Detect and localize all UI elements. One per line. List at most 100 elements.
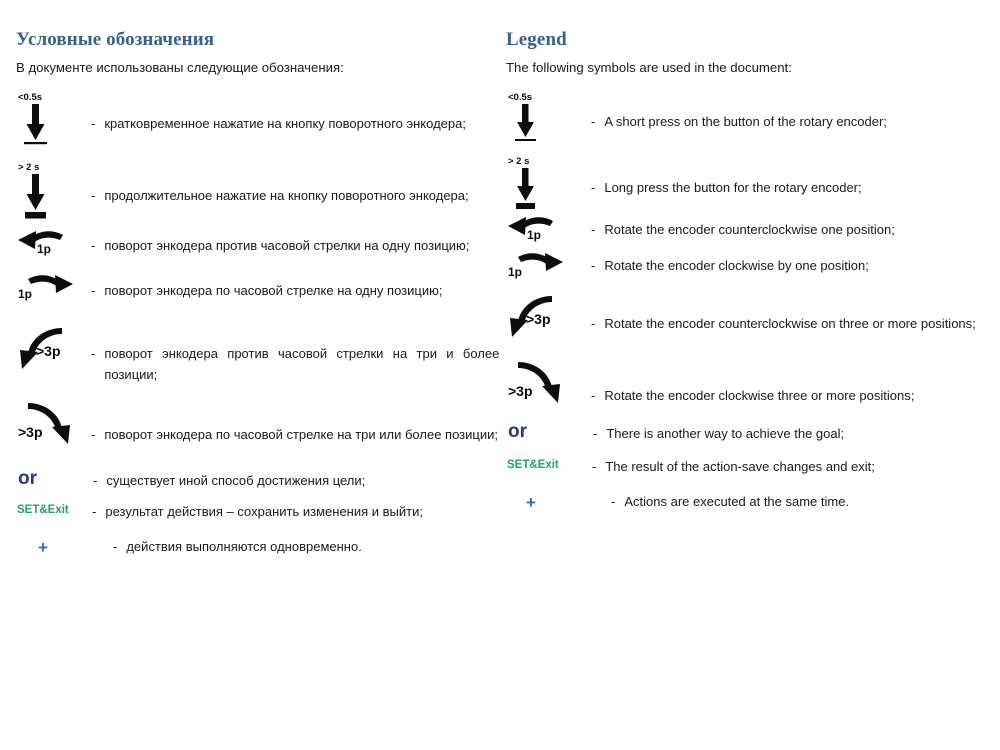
- legend-row: 1p - поворот энкодера по часовой стрелке…: [16, 272, 492, 306]
- legend-row: <0.5s - кратковременное нажатие на кнопк…: [16, 90, 492, 152]
- legend-description-cell: - продолжительное нажатие на кнопку пово…: [91, 160, 499, 206]
- rotate-position-label: >3p: [526, 311, 551, 327]
- legend-description-cell: - поворот энкодера против часовой стрелк…: [91, 322, 499, 384]
- legend-description-cell: - Rotate the encoder clockwise by one po…: [591, 250, 994, 276]
- rotate-position-label: >3p: [36, 343, 61, 359]
- rotate-position-label: 1p: [527, 228, 541, 242]
- legend-description: Rotate the encoder clockwise by one posi…: [604, 258, 869, 274]
- legend-description: Rotate the encoder clockwise three or mo…: [604, 388, 915, 404]
- legend-description: поворот энкодера против часовой стрелки …: [104, 238, 470, 254]
- set-exit-symbol-label: SET&Exit: [17, 503, 69, 516]
- rotate-cw-one-icon: 1p: [506, 250, 591, 282]
- legend-description: Long press the button for the rotary enc…: [604, 180, 862, 196]
- list-dash: -: [591, 222, 596, 238]
- legend-description-cell: - The result of the action-save changes …: [592, 457, 995, 477]
- legend-row: SET&Exit - результат действия – сохранит…: [16, 502, 492, 522]
- legend-row: 1p - Rotate the encoder clockwise by one…: [506, 250, 992, 282]
- legend-row: > 2 s - Long press the button for the ro…: [506, 154, 992, 212]
- list-dash: -: [91, 346, 96, 362]
- list-dash: -: [591, 114, 596, 130]
- rotate-position-label: 1p: [18, 287, 32, 301]
- list-dash: -: [93, 472, 98, 488]
- legend-document-page: Условные обозначения В документе использ…: [0, 0, 1000, 750]
- or-symbol-label: or: [18, 467, 37, 489]
- short-press-arrow-icon: <0.5s: [16, 90, 91, 152]
- list-dash: -: [591, 258, 596, 274]
- legend-description: Rotate the encoder counterclockwise one …: [604, 222, 895, 238]
- long-press-duration-label: > 2 s: [508, 156, 529, 167]
- legend-description-cell: - There is another way to achieve the go…: [593, 422, 996, 444]
- legend-row: + - Actions are executed at the same tim…: [506, 492, 992, 512]
- legend-row: >3p - Rotate the encoder counterclockwis…: [506, 292, 992, 346]
- legend-description-cell: - Rotate the encoder counterclockwise on…: [591, 214, 994, 240]
- rotate-position-label: >3p: [18, 424, 43, 440]
- legend-description-cell: - действия выполняются одновременно.: [113, 537, 521, 557]
- rotate-cw-one-icon: 1p: [16, 272, 91, 306]
- legend-description-cell: - поворот энкодера по часовой стрелке на…: [91, 397, 499, 445]
- legend-description-cell: - результат действия – сохранить изменен…: [92, 502, 500, 522]
- list-dash: -: [593, 426, 598, 442]
- legend-description: результат действия – сохранить изменения…: [105, 503, 423, 519]
- rotate-position-label: 1p: [508, 265, 522, 279]
- legend-description: There is another way to achieve the goal…: [606, 426, 845, 442]
- plus-symbol-label: +: [526, 492, 536, 512]
- rotate-ccw-one-icon: 1p: [506, 214, 591, 246]
- set-exit-text-icon: SET&Exit: [16, 502, 92, 517]
- legend-row: + - действия выполняются одновременно.: [16, 537, 492, 557]
- set-exit-text-icon: SET&Exit: [506, 457, 592, 472]
- short-press-duration-label: <0.5s: [18, 92, 42, 103]
- legend-description-cell: - Rotate the encoder counterclockwise on…: [591, 292, 994, 334]
- legend-row: or - There is another way to achieve the…: [506, 422, 992, 444]
- plus-text-icon: +: [16, 537, 113, 556]
- list-dash: -: [91, 238, 96, 254]
- legend-description: поворот энкодера против часовой стрелки …: [104, 346, 500, 382]
- or-text-icon: or: [506, 422, 593, 441]
- legend-row: 1p - Rotate the encoder counterclockwise…: [506, 214, 992, 246]
- list-dash: -: [611, 493, 616, 509]
- legend-description: действия выполняются одновременно.: [126, 538, 362, 554]
- legend-row: <0.5s - A short press on the button of t…: [506, 90, 992, 148]
- legend-description-cell: - кратковременное нажатие на кнопку пово…: [91, 90, 499, 134]
- legend-description-cell: - Actions are executed at the same time.: [611, 492, 1000, 512]
- legend-description-cell: - A short press on the button of the rot…: [591, 90, 994, 132]
- rotate-ccw-three-icon: >3p: [16, 322, 91, 378]
- legend-description: Actions are executed at the same time.: [624, 493, 850, 509]
- legend-description: The result of the action-save changes an…: [605, 458, 875, 474]
- list-dash: -: [91, 188, 96, 204]
- legend-column-russian: Условные обозначения В документе использ…: [16, 29, 499, 557]
- legend-description-cell: - Rotate the encoder clockwise three or …: [591, 358, 994, 406]
- legend-row: > 2 s - продолжительное нажатие на кнопк…: [16, 160, 492, 222]
- list-dash: -: [91, 116, 96, 132]
- short-press-arrow-icon: <0.5s: [506, 90, 591, 148]
- legend-description: поворот энкодера по часовой стрелке на т…: [104, 426, 498, 442]
- legend-description: Rotate the encoder counterclockwise on t…: [604, 316, 976, 332]
- rotate-position-label: >3p: [508, 383, 533, 399]
- legend-row: 1p - поворот энкодера против часовой стр…: [16, 228, 492, 262]
- legend-row: SET&Exit - The result of the action-save…: [506, 457, 992, 477]
- list-dash: -: [92, 503, 97, 519]
- list-dash: -: [592, 458, 597, 474]
- intro-text-russian: В документе использованы следующие обозн…: [16, 59, 344, 75]
- legend-row: >3p - поворот энкодера против часовой ст…: [16, 322, 499, 384]
- long-press-duration-label: > 2 s: [18, 162, 39, 173]
- legend-description: поворот энкодера по часовой стрелке на о…: [104, 283, 443, 299]
- or-symbol-label: or: [508, 421, 527, 443]
- or-text-icon: or: [16, 469, 93, 488]
- list-dash: -: [91, 426, 96, 442]
- rotate-ccw-three-icon: >3p: [506, 292, 591, 346]
- legend-description: существует иной способ достижения цели;: [106, 472, 366, 488]
- list-dash: -: [91, 283, 96, 299]
- long-press-arrow-icon: > 2 s: [506, 154, 591, 212]
- long-press-arrow-icon: > 2 s: [16, 160, 91, 222]
- set-exit-symbol-label: SET&Exit: [507, 458, 559, 471]
- page-title-russian: Условные обозначения: [16, 29, 215, 50]
- short-press-duration-label: <0.5s: [508, 92, 532, 103]
- list-dash: -: [591, 388, 596, 404]
- legend-row: or - существует иной способ достижения ц…: [16, 469, 492, 491]
- legend-row: >3p - Rotate the encoder clockwise three…: [506, 358, 992, 412]
- plus-text-icon: +: [506, 492, 611, 511]
- list-dash: -: [113, 538, 118, 554]
- legend-description: продолжительное нажатие на кнопку поворо…: [104, 188, 469, 204]
- rotate-position-label: 1p: [37, 242, 51, 256]
- rotate-cw-three-icon: >3p: [16, 397, 91, 453]
